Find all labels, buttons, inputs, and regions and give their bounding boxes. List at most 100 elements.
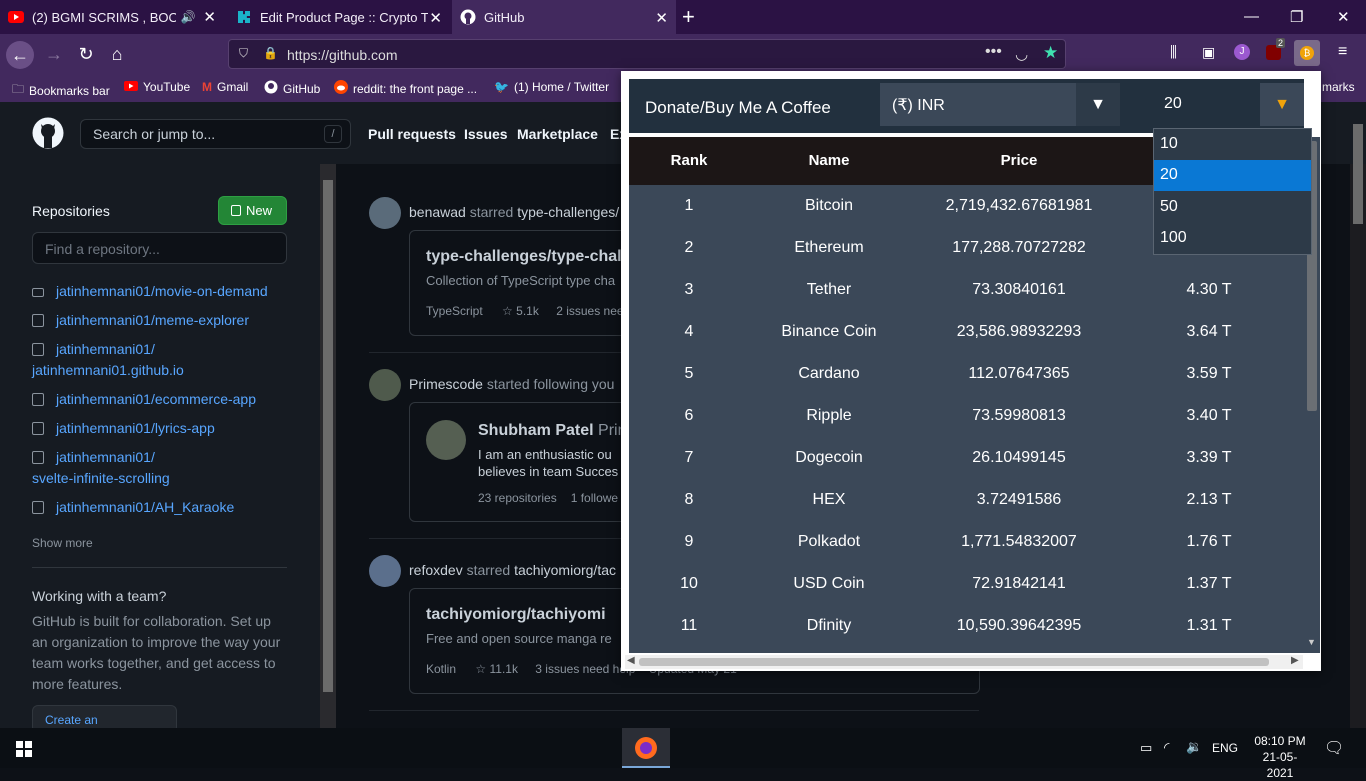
card-title[interactable]: Shubham Patel Prime <box>478 422 640 440</box>
restore-icon[interactable]: ❐ <box>1290 8 1303 26</box>
bookmark-folder[interactable]: 🗀 Bookmarks bar <box>12 80 110 101</box>
lock-icon[interactable]: 🔒 <box>263 46 278 60</box>
language-indicator[interactable]: ENG <box>1212 741 1238 755</box>
sidebar-icon[interactable]: ▣ <box>1202 44 1215 61</box>
feed-item-header: refoxdev starred tachiyomiorg/tac <box>409 562 616 578</box>
github-icon <box>264 80 278 97</box>
github-logo-icon[interactable] <box>32 117 64 149</box>
action-center-icon[interactable]: 🗨 <box>1324 738 1344 758</box>
reload-icon[interactable]: ↻ <box>74 42 98 66</box>
currency-select[interactable]: (₹) INR ▼ <box>880 83 1120 126</box>
nav-pull-requests[interactable]: Pull requests <box>368 126 456 142</box>
feed-user[interactable]: Primescode <box>409 376 483 392</box>
forward-icon[interactable]: → <box>42 42 66 66</box>
menu-icon[interactable]: ≡ <box>1338 43 1347 61</box>
windows-start-icon[interactable] <box>16 741 32 757</box>
repositories-title: Repositories <box>32 203 110 219</box>
repo-link[interactable]: jatinhemnani01/AH_Karaoke <box>32 497 234 518</box>
cell-price: 10,590.39642395 <box>956 617 1082 634</box>
feed-target[interactable]: tachiyomiorg/tac <box>514 562 616 578</box>
other-bookmarks[interactable]: marks <box>1322 80 1355 94</box>
bookmark-github[interactable]: GitHub <box>264 80 320 97</box>
close-tab-icon[interactable]: ✕ <box>429 9 442 27</box>
repo-link[interactable]: jatinhemnani01/svelte-infinite-scrolling <box>32 447 292 489</box>
find-repository-input[interactable]: Find a repository... <box>32 232 287 264</box>
new-repo-button[interactable]: New <box>218 196 287 225</box>
account-icon[interactable]: J <box>1234 44 1250 60</box>
speaker-icon[interactable]: 🔊 <box>180 10 195 24</box>
repo-link[interactable]: jatinhemnani01/ecommerce-app <box>32 389 256 410</box>
avatar[interactable] <box>369 555 401 587</box>
repo-link[interactable]: jatinhemnani01/meme-explorer <box>32 310 249 331</box>
dropdown-option[interactable]: 50 <box>1154 192 1311 223</box>
feed-item-header: Primescode started following you <box>409 376 615 392</box>
close-tab-icon[interactable]: ✕ <box>655 9 668 27</box>
repo-icon <box>32 422 44 435</box>
card-title[interactable]: tachiyomiorg/tachiyomi <box>426 606 606 624</box>
avatar[interactable] <box>369 197 401 229</box>
table-row: 7 Dogecoin 26.10499145 3.39 T <box>629 437 1304 479</box>
new-tab-button[interactable]: + <box>682 4 695 30</box>
scroll-right-icon[interactable]: ▶ <box>1291 655 1299 666</box>
repo-link[interactable]: jatinhemnani01/lyrics-app <box>32 418 215 439</box>
tab-github[interactable]: GitHub ✕ <box>452 0 676 34</box>
count-select[interactable]: 20 ▼ <box>1152 83 1304 126</box>
feed-user[interactable]: refoxdev <box>409 562 463 578</box>
tab-bar: (2) BGMI SCRIMS , BOOTCA 🔊 ✕ Edit Produc… <box>0 0 1366 34</box>
scrollbar-thumb[interactable] <box>639 658 1269 666</box>
crypto-extension-button[interactable]: ₿ <box>1294 40 1320 66</box>
dropdown-arrow-icon[interactable]: ▼ <box>1076 83 1120 126</box>
back-icon[interactable]: ← <box>6 41 34 69</box>
popup-hscrollbar[interactable]: ◀ ▶ <box>625 655 1303 669</box>
wifi-icon[interactable]: ◜ <box>1164 739 1169 756</box>
nav-issues[interactable]: Issues <box>464 126 508 142</box>
pocket-icon[interactable]: ◡ <box>1015 45 1028 63</box>
url-text[interactable]: https://github.com <box>287 47 398 63</box>
feed-target[interactable]: type-challenges/ <box>517 204 619 220</box>
dropdown-option-selected[interactable]: 20 <box>1154 160 1311 191</box>
notifications-tray-icon[interactable]: ▭ <box>1140 740 1152 756</box>
dropdown-arrow-icon[interactable]: ▼ <box>1260 83 1304 126</box>
library-icon[interactable]: ⫼ <box>1170 44 1177 61</box>
minimize-icon[interactable]: — <box>1244 8 1259 25</box>
close-tab-icon[interactable]: ✕ <box>203 8 216 26</box>
cell-rank: 7 <box>684 449 694 466</box>
close-window-icon[interactable]: ✕ <box>1337 8 1350 26</box>
repo-link[interactable]: jatinhemnani01/jatinhemnani01.github.io <box>32 339 292 381</box>
volume-icon[interactable]: 🔉 <box>1186 739 1202 755</box>
nav-marketplace[interactable]: Marketplace <box>517 126 598 142</box>
shield-icon[interactable]: ⛉ <box>239 46 248 61</box>
tab-edit-product[interactable]: Edit Product Page :: Crypto Trac ✕ <box>228 0 450 34</box>
card-title[interactable]: type-challenges/type-chall <box>426 248 626 266</box>
bookmark-youtube[interactable]: YouTube <box>124 80 190 94</box>
dropdown-option[interactable]: 10 <box>1154 129 1311 160</box>
clock[interactable]: 08:10 PM 21-05-2021 <box>1250 733 1310 781</box>
github-search-input[interactable]: Search or jump to... / <box>80 119 351 149</box>
feed-user[interactable]: benawad <box>409 204 466 220</box>
scrollbar-thumb[interactable] <box>323 180 333 692</box>
avatar[interactable] <box>426 420 466 460</box>
repo-icon <box>32 501 44 514</box>
bookmark-reddit[interactable]: reddit: the front page ... <box>334 80 477 97</box>
dropdown-option[interactable]: 100 <box>1154 223 1311 254</box>
page-scrollbar[interactable] <box>1350 124 1366 728</box>
repo-icon <box>231 205 241 216</box>
repo-icon <box>32 314 44 327</box>
taskbar-firefox[interactable] <box>622 728 670 768</box>
page-actions-icon[interactable]: ••• <box>985 43 1002 61</box>
bookmark-twitter[interactable]: 🐦 (1) Home / Twitter <box>494 80 609 94</box>
repo-link[interactable]: jatinhemnani01/movie-on-demand <box>32 281 268 302</box>
avatar[interactable] <box>369 369 401 401</box>
donate-link[interactable]: Donate/Buy Me A Coffee <box>645 98 831 118</box>
home-icon[interactable]: ⌂ <box>105 42 129 66</box>
show-more-link[interactable]: Show more <box>32 536 93 550</box>
tab-youtube[interactable]: (2) BGMI SCRIMS , BOOTCA 🔊 ✕ <box>0 0 224 34</box>
sidebar-scrollbar[interactable] <box>320 164 336 728</box>
bookmark-star-icon[interactable]: ★ <box>1043 43 1058 63</box>
bookmark-gmail[interactable]: M Gmail <box>202 80 248 94</box>
scrollbar-thumb[interactable] <box>1353 124 1363 224</box>
scroll-left-icon[interactable]: ◀ <box>627 655 635 666</box>
cell-cap: 2.13 T <box>1186 491 1232 508</box>
url-bar[interactable]: ⛉ 🔒 https://github.com ••• ◡ ★ <box>228 39 1066 69</box>
scroll-down-icon[interactable]: ▼ <box>1307 637 1316 647</box>
